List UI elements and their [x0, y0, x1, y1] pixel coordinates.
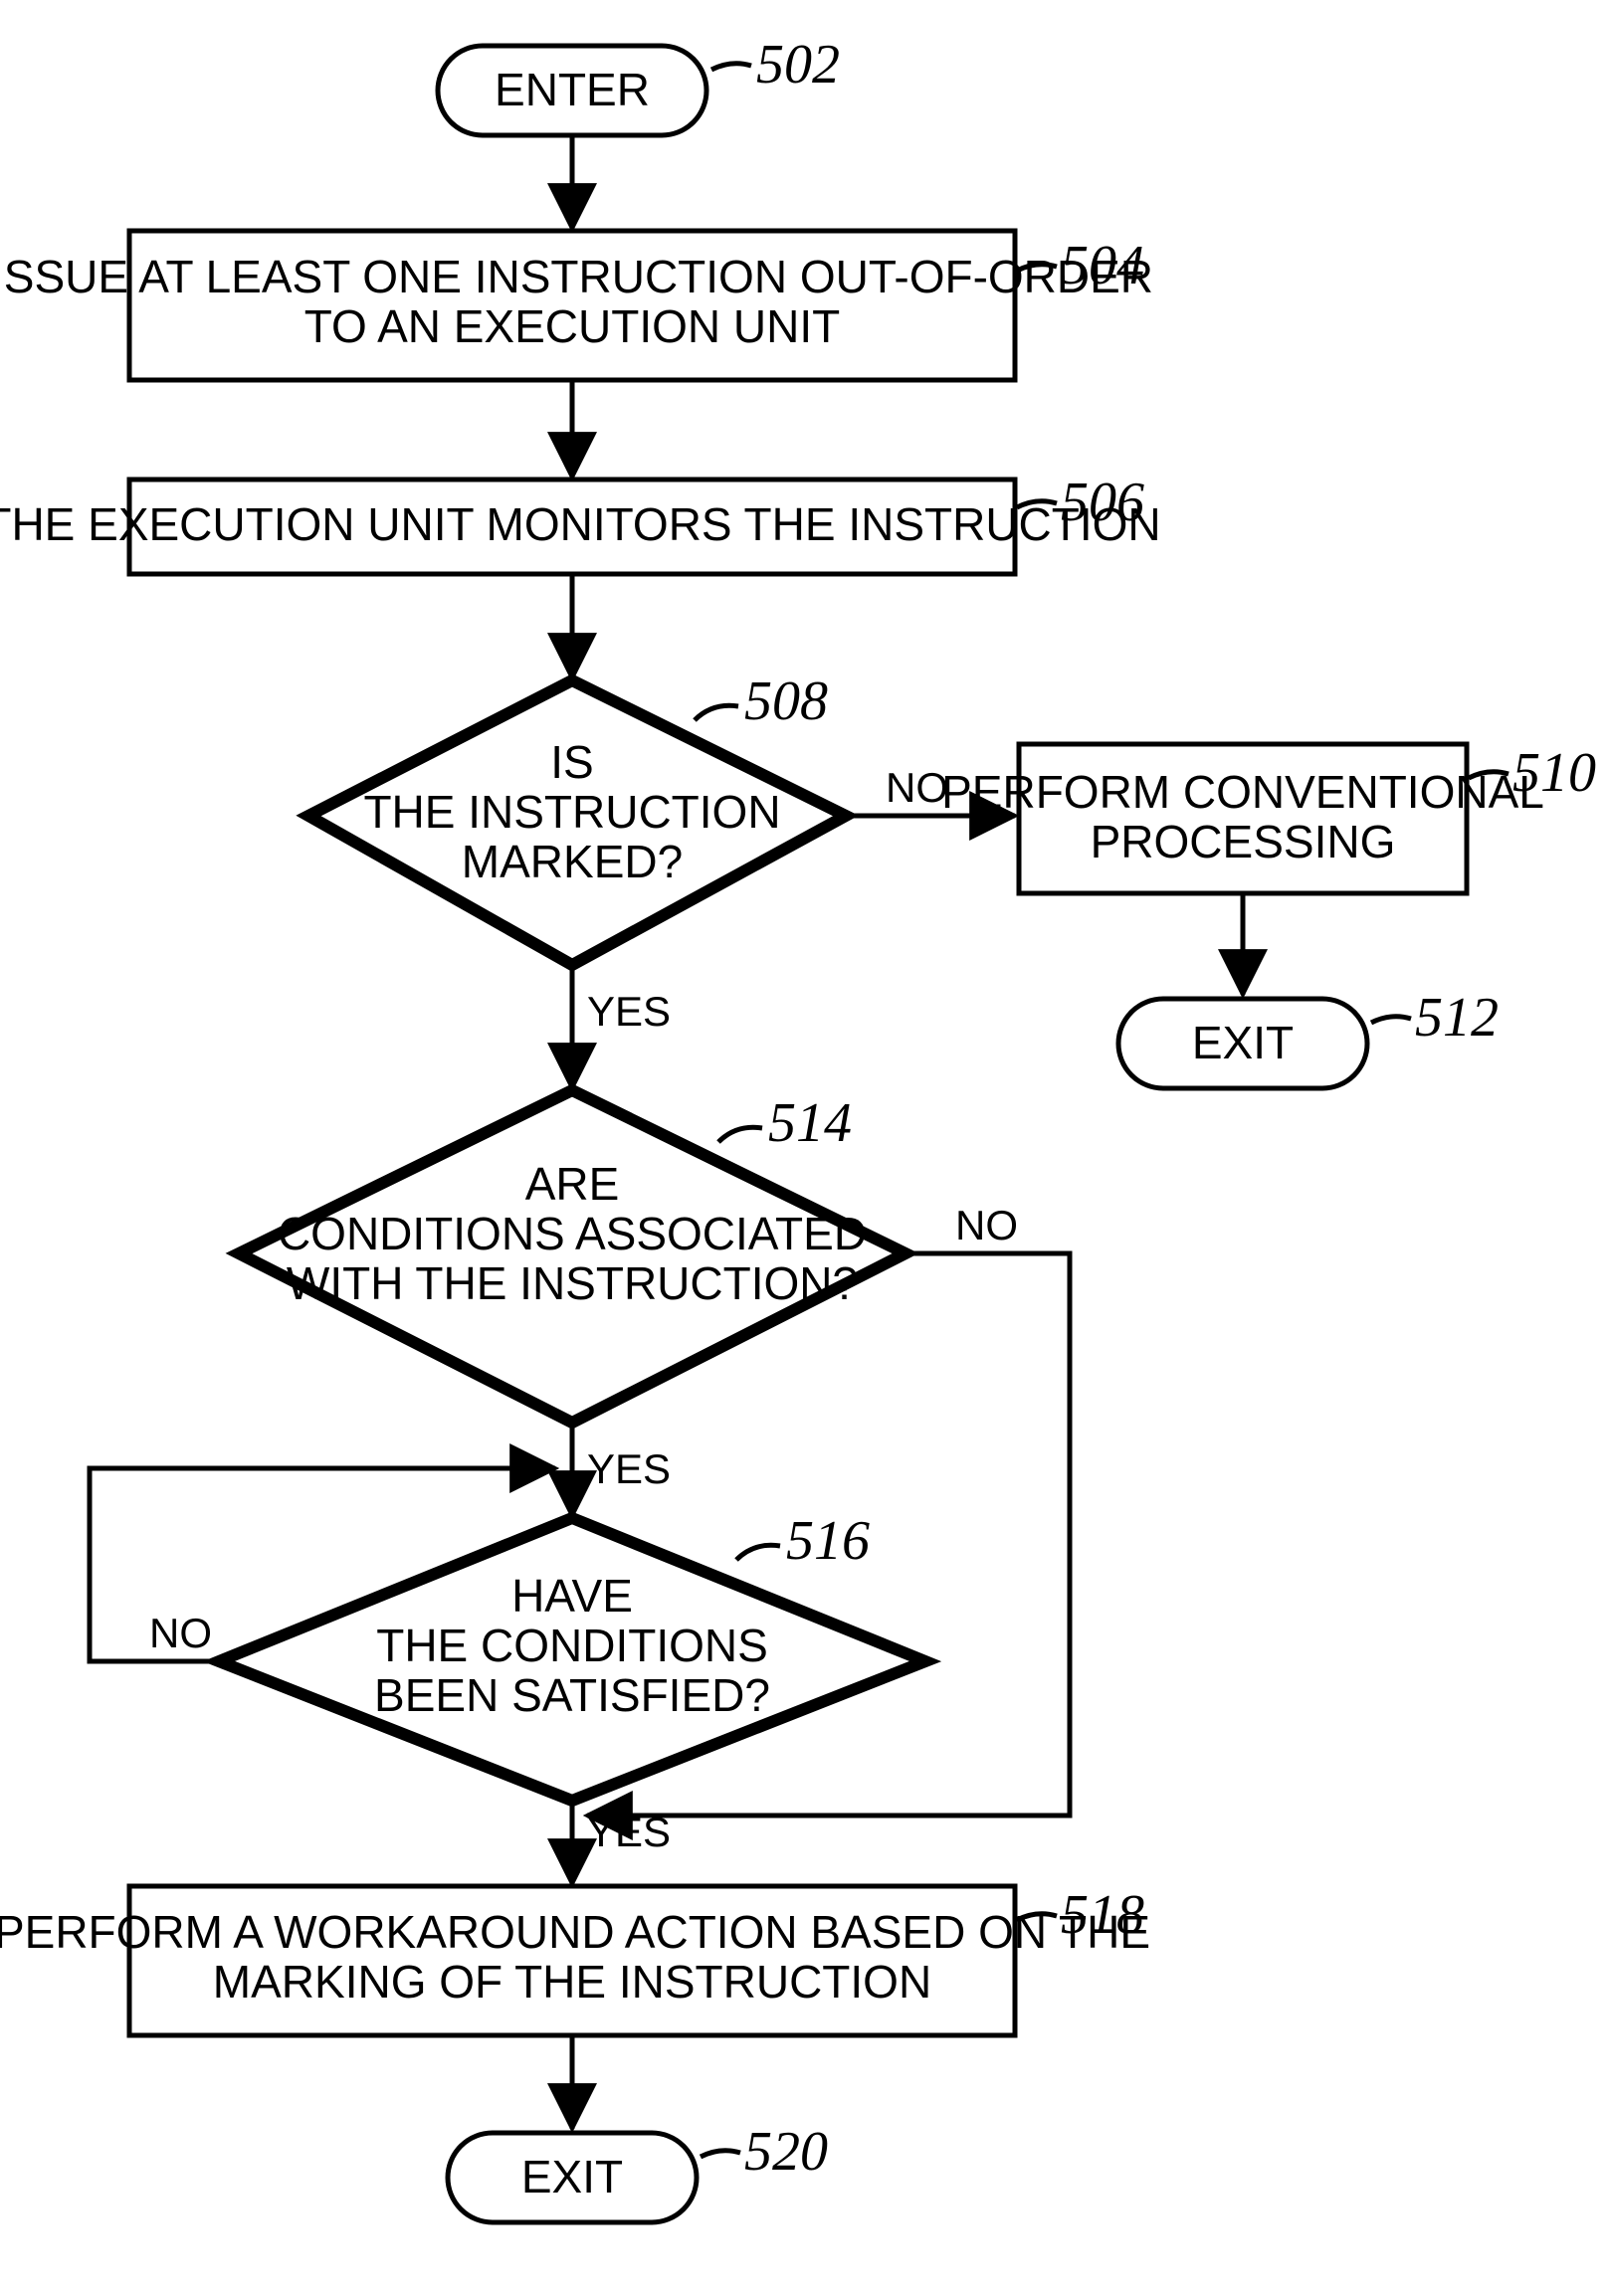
process-work-line2: MARKING OF THE INSTRUCTION	[213, 1956, 931, 2008]
edge-marked-yes: YES	[587, 988, 671, 1035]
process-issue-line1: ISSUE AT LEAST ONE INSTRUCTION OUT-OF-OR…	[0, 251, 1153, 302]
ref-504: 504	[1061, 235, 1144, 296]
decision-marked-line1: IS	[550, 736, 593, 788]
ref-518: 518	[1061, 1884, 1144, 1946]
decision-marked-line2: THE INSTRUCTION	[363, 786, 780, 838]
process-perform-line1: PERFORM CONVENTIONAL	[941, 766, 1544, 818]
leader-508	[695, 705, 738, 720]
ref-514: 514	[768, 1092, 852, 1154]
decision-satis-line1: HAVE	[511, 1570, 633, 1622]
process-work-line1: PERFORM A WORKAROUND ACTION BASED ON THE	[0, 1906, 1150, 1958]
process-issue-line2: TO AN EXECUTION UNIT	[304, 300, 840, 352]
edge-marked-no: NO	[886, 764, 948, 811]
process-monitor-line1: THE EXECUTION UNIT MONITORS THE INSTRUCT…	[0, 498, 1161, 550]
ref-502: 502	[756, 34, 840, 96]
ref-512: 512	[1415, 987, 1499, 1049]
decision-assoc-line1: ARE	[525, 1158, 620, 1210]
edge-assoc-no: NO	[955, 1202, 1018, 1248]
ref-508: 508	[744, 670, 828, 732]
process-perform-line2: PROCESSING	[1091, 816, 1396, 867]
leader-520	[701, 2151, 740, 2157]
terminator-enter-label: ENTER	[495, 64, 650, 115]
edge-satis-yes: YES	[587, 1809, 671, 1855]
leader-514	[718, 1127, 762, 1142]
terminator-exit2-label: EXIT	[521, 2151, 623, 2202]
decision-satis-line3: BEEN SATISFIED?	[374, 1669, 770, 1721]
decision-assoc-line2: CONDITIONS ASSOCIATED	[278, 1208, 867, 1259]
leader-512	[1371, 1017, 1411, 1023]
ref-516: 516	[786, 1510, 870, 1572]
ref-506: 506	[1061, 472, 1144, 533]
leader-516	[736, 1545, 780, 1560]
decision-satis-line2: THE CONDITIONS	[376, 1620, 768, 1671]
edge-satis-no: NO	[149, 1610, 212, 1656]
ref-520: 520	[744, 2121, 828, 2183]
leader-502	[711, 64, 751, 70]
edge-assoc-yes: YES	[587, 1445, 671, 1492]
ref-510: 510	[1512, 742, 1596, 804]
terminator-exit1-label: EXIT	[1192, 1017, 1294, 1068]
decision-assoc-line3: WITH THE INSTRUCTION?	[287, 1257, 858, 1309]
decision-marked-line3: MARKED?	[462, 836, 683, 887]
